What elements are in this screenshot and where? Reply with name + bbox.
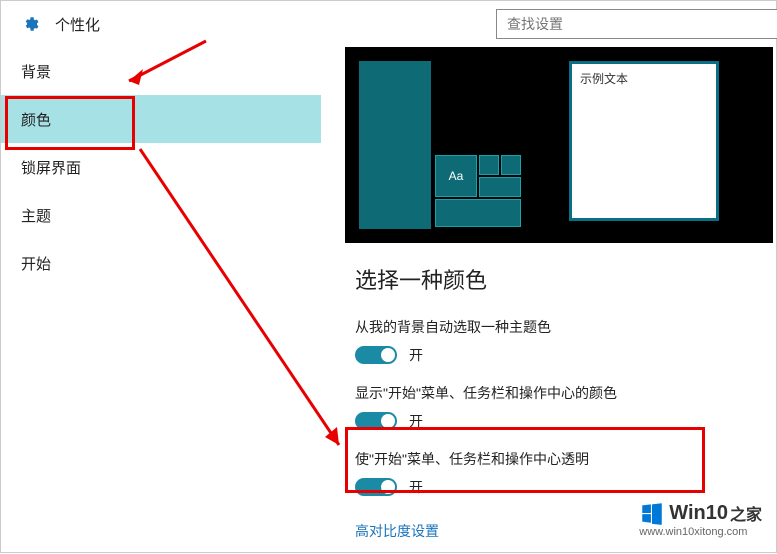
sidebar-item-label: 颜色 — [21, 109, 51, 130]
toggle-show-color[interactable] — [355, 412, 397, 430]
preview-tile — [435, 199, 521, 227]
watermark-brand: Win10 — [669, 502, 728, 525]
sidebar-item-label: 主题 — [21, 205, 51, 226]
section-heading: 选择一种颜色 — [355, 263, 766, 295]
preview-tile: Aa — [435, 155, 477, 197]
setting-show-color: 显示"开始"菜单、任务栏和操作中心的颜色 开 — [355, 383, 766, 431]
setting-label: 显示"开始"菜单、任务栏和操作中心的颜色 — [355, 383, 766, 403]
toggle-state-label: 开 — [409, 345, 423, 365]
preview-window: 示例文本 — [569, 61, 719, 221]
setting-auto-accent: 从我的背景自动选取一种主题色 开 — [355, 317, 766, 365]
preview-tile — [479, 155, 499, 175]
toggle-auto-accent[interactable] — [355, 346, 397, 364]
high-contrast-link[interactable]: 高对比度设置 — [355, 521, 439, 541]
sidebar: 背景 颜色 锁屏界面 主题 开始 — [1, 47, 321, 552]
sidebar-item-background[interactable]: 背景 — [1, 47, 321, 95]
content-pane: Aa 示例文本 选择一种颜色 从我的背景自动选取一种主题色 开 显示"开始"菜单… — [335, 47, 776, 552]
preview-tiles: Aa — [435, 155, 517, 229]
preview-tile — [479, 177, 521, 197]
watermark: Win10 之家 www.win10xitong.com — [639, 500, 762, 538]
sidebar-item-start[interactable]: 开始 — [1, 239, 321, 287]
sidebar-item-label: 背景 — [21, 61, 51, 82]
toggle-transparency[interactable] — [355, 478, 397, 496]
preview-start-panel — [359, 61, 431, 229]
page-title: 个性化 — [55, 14, 100, 35]
toggle-state-label: 开 — [409, 411, 423, 431]
sidebar-item-colors[interactable]: 颜色 — [1, 95, 321, 143]
toggle-state-label: 开 — [409, 477, 423, 497]
preview-window-title: 示例文本 — [572, 64, 716, 93]
preview-tile — [501, 155, 521, 175]
watermark-url: www.win10xitong.com — [639, 526, 762, 538]
sidebar-item-label: 锁屏界面 — [21, 157, 81, 178]
setting-label: 使"开始"菜单、任务栏和操作中心透明 — [355, 449, 766, 469]
search-input[interactable] — [496, 9, 777, 39]
setting-label: 从我的背景自动选取一种主题色 — [355, 317, 766, 337]
sidebar-item-themes[interactable]: 主题 — [1, 191, 321, 239]
windows-logo-icon — [639, 500, 665, 526]
setting-transparency: 使"开始"菜单、任务栏和操作中心透明 开 — [355, 449, 766, 497]
sidebar-item-lockscreen[interactable]: 锁屏界面 — [1, 143, 321, 191]
watermark-suffix: 之家 — [730, 501, 762, 525]
sidebar-item-label: 开始 — [21, 253, 51, 274]
gear-icon — [21, 15, 39, 33]
color-preview: Aa 示例文本 — [345, 47, 773, 243]
